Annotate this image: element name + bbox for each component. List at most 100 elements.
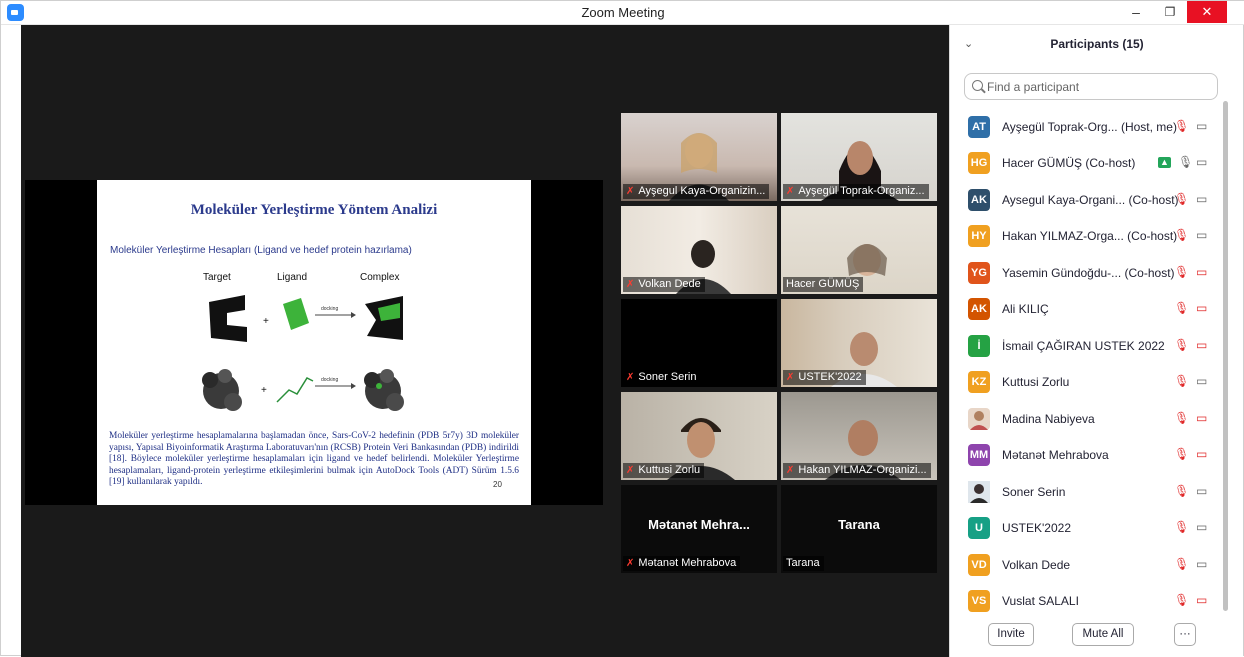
docking-diagram: + docking + docking — [202, 295, 404, 411]
video-off-icon[interactable]: ▭ — [1196, 411, 1207, 425]
invite-button[interactable]: Invite — [988, 623, 1034, 646]
participant-name: Hacer GÜMÜŞ (Co-host) — [1002, 156, 1136, 170]
avatar: AK — [968, 189, 990, 211]
avatar: VS — [968, 590, 990, 612]
avatar: AT — [968, 116, 990, 138]
window-title: Zoom Meeting — [581, 5, 665, 20]
muted-mic-icon[interactable]: 🎙 — [1174, 192, 1189, 206]
video-camera-icon[interactable]: ▭ — [1196, 374, 1207, 388]
participant-row[interactable]: AK Ali KILIÇ 🎙 ▭ — [950, 291, 1230, 328]
video-camera-icon[interactable]: ▭ — [1196, 228, 1207, 242]
participant-row[interactable]: VS Vuslat SALALI 🎙 ▭ — [950, 583, 1230, 620]
participant-search[interactable] — [964, 73, 1218, 100]
participant-name: Madina Nabiyeva — [1002, 412, 1095, 426]
muted-mic-icon[interactable]: 🎙 — [1174, 119, 1189, 133]
tile-name-label: ✗ Kuttusi Zorlu — [623, 463, 705, 478]
video-camera-icon[interactable]: ▭ — [1196, 484, 1207, 498]
tile-name-label: Tarana — [783, 556, 824, 571]
video-camera-icon[interactable]: ▭ — [1196, 119, 1207, 133]
video-off-icon[interactable]: ▭ — [1196, 593, 1207, 607]
avatar: MM — [968, 444, 990, 466]
video-tile[interactable]: ✗ Soner Serin — [621, 299, 777, 387]
participant-row[interactable]: U USTEK'2022 🎙 ▭ — [950, 510, 1230, 547]
video-off-icon[interactable]: ▭ — [1196, 265, 1207, 279]
muted-mic-icon[interactable]: 🎙 — [1174, 374, 1189, 388]
participant-name: Volkan Dede — [1002, 558, 1071, 572]
avatar: HY — [968, 225, 990, 247]
muted-mic-icon: ✗ — [786, 186, 795, 197]
close-button[interactable]: ✕ — [1187, 1, 1227, 23]
tile-name-label: ✗ Mətanət Mehrabova — [623, 556, 741, 571]
tile-big-name: Tarana — [838, 517, 880, 532]
participant-row[interactable]: AK Aysegul Kaya-Organi... (Co-host) 🎙 ▭ — [950, 182, 1230, 219]
protein-surface-left — [202, 369, 242, 411]
muted-mic-icon[interactable]: 🎙 — [1174, 520, 1189, 534]
participant-row[interactable]: Soner Serin 🎙 ▭ — [950, 474, 1230, 511]
participant-name: İsmail ÇAĞIRAN USTEK 2022 — [1002, 339, 1165, 353]
video-tile[interactable]: Tarana Tarana — [781, 485, 937, 573]
muted-mic-icon[interactable]: 🎙 — [1174, 557, 1189, 571]
tile-name-label: Hacer GÜMÜŞ — [783, 277, 864, 292]
muted-mic-icon[interactable]: 🎙 — [1174, 301, 1189, 315]
screen-share-icon: ▲ — [1158, 157, 1171, 168]
video-tile[interactable]: ✗ Hakan YILMAZ-Organizi... — [781, 392, 937, 480]
muted-mic-icon[interactable]: 🎙 — [1174, 265, 1189, 279]
participant-row[interactable]: YG Yasemin Gündoğdu-... (Co-host) 🎙 ▭ — [950, 255, 1230, 292]
participants-panel: ⌄ Participants (15) AT Ayşegül Toprak-Or… — [949, 25, 1243, 657]
video-camera-icon[interactable]: ▭ — [1196, 155, 1207, 169]
svg-text:docking: docking — [321, 377, 338, 383]
tile-name-label: ✗ Ayşegul Kaya-Organizin... — [623, 184, 770, 199]
muted-mic-icon: ✗ — [626, 372, 635, 383]
video-camera-icon[interactable]: ▭ — [1196, 557, 1207, 571]
video-tile[interactable]: ✗ Ayşegul Kaya-Organizin... — [621, 113, 777, 201]
video-off-icon[interactable]: ▭ — [1196, 301, 1207, 315]
video-camera-icon[interactable]: ▭ — [1196, 520, 1207, 534]
video-tile[interactable]: ✗ Ayşegül Toprak-Organiz... — [781, 113, 937, 201]
ligand-shape — [283, 298, 309, 330]
restore-button[interactable]: ❐ — [1153, 1, 1187, 23]
svg-text:+: + — [261, 385, 267, 396]
participant-name: Ali KILIÇ — [1002, 302, 1049, 316]
muted-mic-icon[interactable]: 🎙 — [1174, 593, 1189, 607]
muted-mic-icon[interactable]: 🎙 — [1174, 338, 1189, 352]
participant-row[interactable]: Madina Nabiyeva 🎙 ▭ — [950, 401, 1230, 438]
video-tile[interactable]: Mətanət Mehra... ✗ Mətanət Mehrabova — [621, 485, 777, 573]
participant-row[interactable]: İ İsmail ÇAĞIRAN USTEK 2022 🎙 ▭ — [950, 328, 1230, 365]
muted-mic-icon: ✗ — [626, 465, 635, 476]
muted-mic-icon[interactable]: 🎙 — [1174, 411, 1189, 425]
slide-body-text: Moleküler yerleştirme hesaplamalarına ba… — [109, 431, 519, 487]
muted-mic-icon: ✗ — [626, 558, 635, 569]
avatar: AK — [968, 298, 990, 320]
tile-name-label: ✗ Volkan Dede — [623, 277, 705, 292]
muted-mic-icon[interactable]: 🎙 — [1174, 228, 1189, 242]
avatar: YG — [968, 262, 990, 284]
avatar: İ — [968, 335, 990, 357]
search-icon — [972, 80, 983, 91]
participant-name: Soner Serin — [1002, 485, 1066, 499]
video-off-icon[interactable]: ▭ — [1196, 338, 1207, 352]
video-off-icon[interactable]: ▭ — [1196, 447, 1207, 461]
target-protein-shape — [209, 295, 247, 342]
video-tile[interactable]: ✗ Kuttusi Zorlu — [621, 392, 777, 480]
muted-mic-icon[interactable]: 🎙 — [1174, 484, 1189, 498]
muted-mic-icon[interactable]: 🎙 — [1174, 447, 1189, 461]
participant-name: Hakan YILMAZ-Orga... (Co-host) — [1002, 229, 1178, 243]
mic-icon[interactable]: 🎙 — [1178, 155, 1193, 169]
participant-name: Vuslat SALALI — [1002, 594, 1079, 608]
participant-row[interactable]: VD Volkan Dede 🎙 ▭ — [950, 547, 1230, 584]
more-options-button[interactable]: ··· — [1174, 623, 1196, 646]
participant-row[interactable]: KZ Kuttusi Zorlu 🎙 ▭ — [950, 364, 1230, 401]
search-input[interactable] — [987, 78, 1207, 96]
video-tile-active-speaker[interactable]: Hacer GÜMÜŞ — [781, 206, 937, 294]
minimize-button[interactable]: – — [1119, 1, 1153, 23]
participant-row[interactable]: HG Hacer GÜMÜŞ (Co-host) ▲ 🎙 ▭ — [950, 145, 1230, 182]
tile-name-label: ✗ USTEK'2022 — [783, 370, 866, 385]
video-tile[interactable]: ✗ Volkan Dede — [621, 206, 777, 294]
protein-surface-complex — [364, 369, 404, 411]
participant-row[interactable]: HY Hakan YILMAZ-Orga... (Co-host) 🎙 ▭ — [950, 218, 1230, 255]
video-camera-icon[interactable]: ▭ — [1196, 192, 1207, 206]
participant-row[interactable]: AT Ayşegül Toprak-Org... (Host, me) 🎙 ▭ — [950, 109, 1230, 146]
mute-all-button[interactable]: Mute All — [1072, 623, 1134, 646]
participant-row[interactable]: MM Mətanət Mehrabova 🎙 ▭ — [950, 437, 1230, 474]
video-tile[interactable]: ✗ USTEK'2022 — [781, 299, 937, 387]
